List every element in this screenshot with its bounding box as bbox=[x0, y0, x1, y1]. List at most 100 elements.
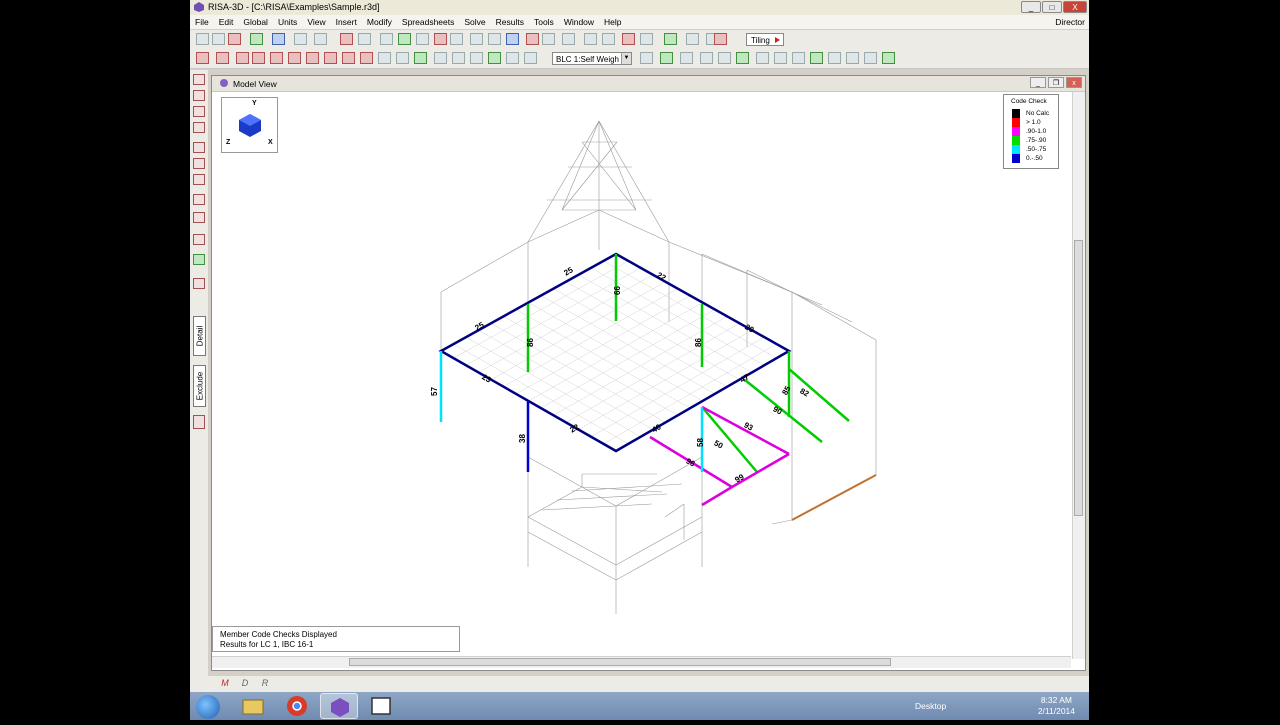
toolbar-button[interactable] bbox=[622, 33, 635, 45]
menu-edit[interactable]: Edit bbox=[214, 15, 239, 27]
toolbar-button[interactable] bbox=[212, 33, 225, 45]
horizontal-scroll-thumb[interactable] bbox=[349, 658, 891, 666]
toolbar-button[interactable] bbox=[414, 52, 427, 64]
mdi-restore-button[interactable]: ❐ bbox=[1048, 77, 1064, 88]
toolbar-button[interactable] bbox=[774, 52, 787, 64]
menu-global[interactable]: Global bbox=[238, 15, 273, 27]
toolbar-button[interactable] bbox=[306, 52, 319, 64]
director-label[interactable]: Director bbox=[1055, 17, 1085, 27]
menu-view[interactable]: View bbox=[302, 15, 330, 27]
tiling-button[interactable]: Tiling bbox=[746, 33, 784, 46]
toolbar-button[interactable] bbox=[434, 33, 447, 45]
menu-tools[interactable]: Tools bbox=[529, 15, 559, 27]
toolbar-button[interactable] bbox=[450, 33, 463, 45]
toolbar-button[interactable] bbox=[700, 52, 713, 64]
toolbar-button[interactable] bbox=[810, 52, 823, 64]
toolbar-button[interactable] bbox=[342, 52, 355, 64]
mdi-minimize-button[interactable]: _ bbox=[1030, 77, 1046, 88]
menu-units[interactable]: Units bbox=[273, 15, 302, 27]
toolbar-button[interactable] bbox=[228, 33, 241, 45]
drawing-tool-button[interactable] bbox=[193, 254, 205, 265]
menu-modify[interactable]: Modify bbox=[362, 15, 397, 27]
toolbar-button[interactable] bbox=[640, 52, 653, 64]
menu-spreadsheets[interactable]: Spreadsheets bbox=[397, 15, 459, 27]
drawing-tool-button[interactable] bbox=[193, 212, 205, 223]
toolbar-button[interactable] bbox=[736, 52, 749, 64]
toolbar-button[interactable] bbox=[380, 33, 393, 45]
toolbar-button[interactable] bbox=[378, 52, 391, 64]
toolbar-button[interactable] bbox=[488, 52, 501, 64]
drawing-tool-button[interactable] bbox=[193, 415, 205, 429]
menu-file[interactable]: File bbox=[190, 15, 214, 27]
detail-tab[interactable]: Detail bbox=[193, 316, 206, 356]
toolbar-button[interactable] bbox=[452, 52, 465, 64]
toolbar-button[interactable] bbox=[542, 33, 555, 45]
toolbar-button[interactable] bbox=[602, 33, 615, 45]
tab-results[interactable]: R bbox=[256, 678, 274, 690]
toolbar-button[interactable] bbox=[236, 52, 249, 64]
drawing-tool-button[interactable] bbox=[193, 174, 205, 185]
toolbar-button[interactable] bbox=[398, 33, 411, 45]
toolbar-button[interactable] bbox=[660, 52, 673, 64]
toolbar-button[interactable] bbox=[294, 33, 307, 45]
drawing-tool-button[interactable] bbox=[193, 234, 205, 245]
menu-window[interactable]: Window bbox=[559, 15, 599, 27]
menu-solve[interactable]: Solve bbox=[459, 15, 490, 27]
toolbar-button[interactable] bbox=[470, 52, 483, 64]
toolbar-button[interactable] bbox=[196, 52, 209, 64]
drawing-tool-button[interactable] bbox=[193, 90, 205, 101]
toolbar-button[interactable] bbox=[434, 52, 447, 64]
drawing-tool-button[interactable] bbox=[193, 278, 205, 289]
toolbar-button[interactable] bbox=[506, 33, 519, 45]
toolbar-button[interactable] bbox=[664, 33, 677, 45]
exclude-tab[interactable]: Exclude bbox=[193, 365, 206, 407]
explorer-taskbar-icon[interactable] bbox=[234, 693, 272, 719]
toolbar-button[interactable] bbox=[470, 33, 483, 45]
toolbar-button[interactable] bbox=[196, 33, 209, 45]
toolbar-button[interactable] bbox=[216, 52, 229, 64]
toolbar-button[interactable] bbox=[324, 52, 337, 64]
toolbar-button[interactable] bbox=[828, 52, 841, 64]
toolbar-button[interactable] bbox=[756, 52, 769, 64]
drawing-tool-button[interactable] bbox=[193, 74, 205, 85]
menu-help[interactable]: Help bbox=[599, 15, 626, 27]
drawing-tool-button[interactable] bbox=[193, 122, 205, 133]
drawing-tool-button[interactable] bbox=[193, 158, 205, 169]
toolbar-button[interactable] bbox=[846, 52, 859, 64]
toolbar-button[interactable] bbox=[718, 52, 731, 64]
tab-data[interactable]: D bbox=[236, 678, 254, 690]
toolbar-button[interactable] bbox=[584, 33, 597, 45]
toolbar-button[interactable] bbox=[252, 52, 265, 64]
menu-results[interactable]: Results bbox=[491, 15, 529, 27]
vertical-scroll-thumb[interactable] bbox=[1074, 240, 1083, 516]
toolbar-button[interactable] bbox=[524, 52, 537, 64]
toolbar-button[interactable] bbox=[270, 52, 283, 64]
toolbar-button[interactable] bbox=[314, 33, 327, 45]
toolbar-button[interactable] bbox=[680, 52, 693, 64]
toolbar-button[interactable] bbox=[358, 33, 371, 45]
structure-drawing[interactable] bbox=[212, 92, 1071, 659]
blc-select[interactable]: BLC 1:Self Weigh ▼ bbox=[552, 52, 632, 65]
minimize-button[interactable]: _ bbox=[1021, 1, 1041, 13]
maximize-button[interactable]: □ bbox=[1042, 1, 1062, 13]
mdi-close-button[interactable]: x bbox=[1066, 77, 1082, 88]
toolbar-button[interactable] bbox=[416, 33, 429, 45]
toolbar-button[interactable] bbox=[640, 33, 653, 45]
toolbar-button[interactable] bbox=[488, 33, 501, 45]
toolbar-button[interactable] bbox=[526, 33, 539, 45]
model-viewport[interactable]: Y X Z 25 22 25 20 23 47 22 40 57 38 85 82 90 93 50 96 99… bbox=[212, 92, 1071, 659]
window-taskbar-icon[interactable] bbox=[362, 693, 400, 719]
toolbar-button[interactable] bbox=[288, 52, 301, 64]
desktop-label[interactable]: Desktop bbox=[915, 701, 946, 711]
start-button[interactable] bbox=[196, 695, 220, 719]
toolbar-button[interactable] bbox=[864, 52, 877, 64]
toolbar-button[interactable] bbox=[506, 52, 519, 64]
risa-taskbar-icon[interactable] bbox=[320, 693, 358, 719]
toolbar-button[interactable] bbox=[250, 33, 263, 45]
menu-insert[interactable]: Insert bbox=[331, 15, 362, 27]
toolbar-button[interactable] bbox=[396, 52, 409, 64]
toolbar-button[interactable] bbox=[340, 33, 353, 45]
system-clock[interactable]: 8:32 AM 2/11/2014 bbox=[1038, 695, 1075, 717]
toolbar-button[interactable] bbox=[360, 52, 373, 64]
toolbar-button[interactable] bbox=[272, 33, 285, 45]
